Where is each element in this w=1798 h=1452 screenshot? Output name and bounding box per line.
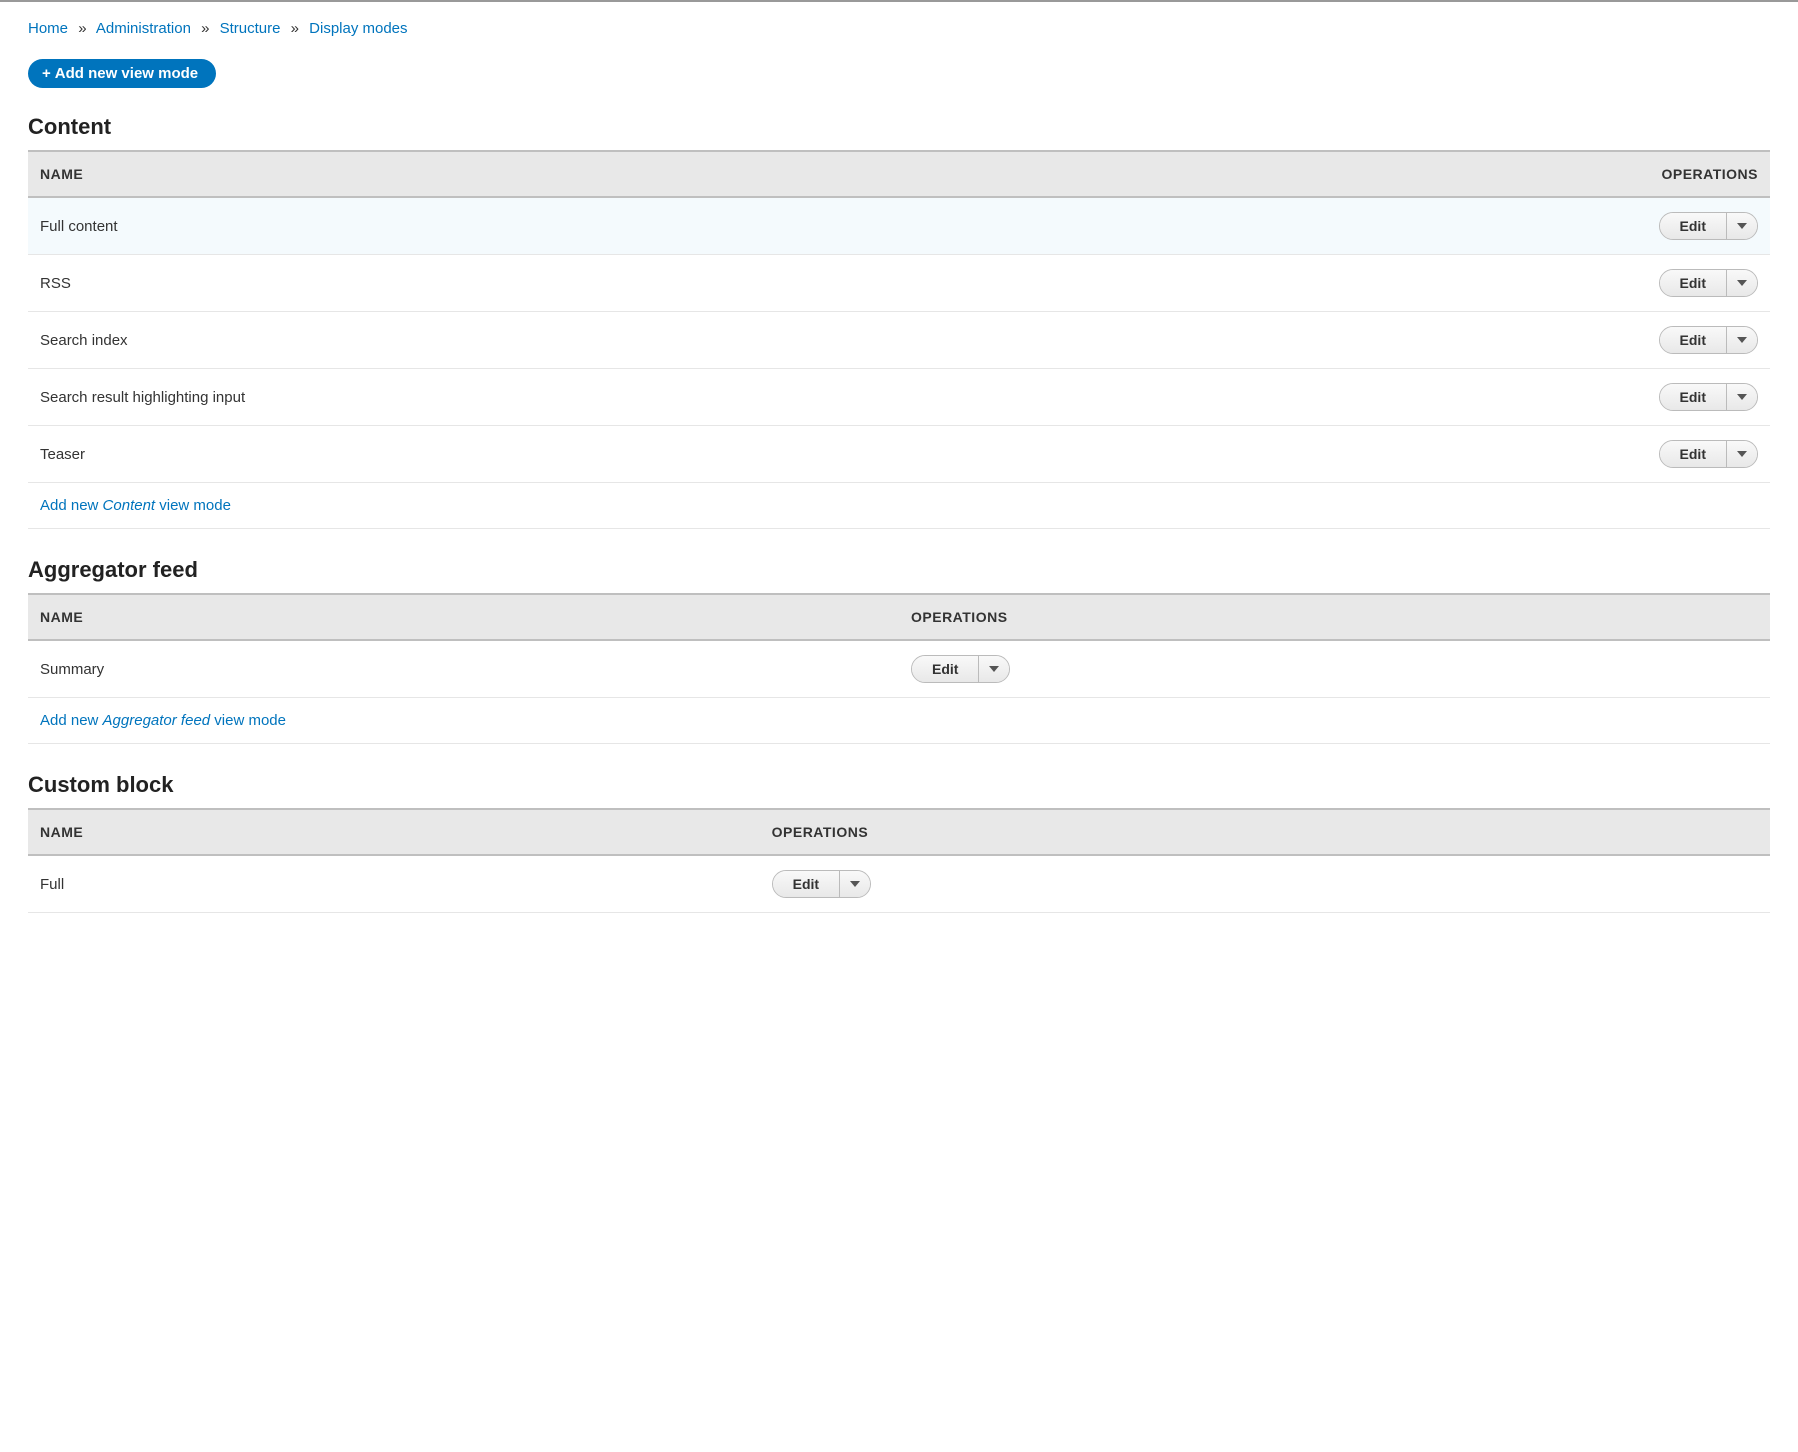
dropbutton-toggle[interactable] <box>1727 327 1757 353</box>
col-name: NAME <box>28 594 899 640</box>
add-new-view-mode-button[interactable]: + Add new view mode <box>28 59 216 88</box>
content-table: NAME OPERATIONS Full content Edit RSS <box>28 150 1770 529</box>
add-link-row: Add new Content view mode <box>28 483 1770 529</box>
chevron-down-icon <box>989 666 999 672</box>
breadcrumb-administration[interactable]: Administration <box>96 20 191 37</box>
dropbutton-toggle[interactable] <box>1727 270 1757 296</box>
table-row: Summary Edit <box>28 640 1770 698</box>
add-new-content-view-mode-link[interactable]: Add new Content view mode <box>40 497 231 514</box>
aggregator-table: NAME OPERATIONS Summary Edit <box>28 593 1770 744</box>
dropbutton-toggle[interactable] <box>1727 384 1757 410</box>
edit-button[interactable]: Edit <box>1660 327 1727 353</box>
chevron-down-icon <box>1737 394 1747 400</box>
row-name: Teaser <box>28 426 1160 483</box>
table-row: Search result highlighting input Edit <box>28 369 1770 426</box>
chevron-down-icon <box>1737 280 1747 286</box>
col-operations: OPERATIONS <box>899 594 1770 640</box>
chevron-down-icon <box>1737 451 1747 457</box>
breadcrumb-home[interactable]: Home <box>28 20 68 37</box>
col-operations: OPERATIONS <box>1160 151 1770 197</box>
row-name: Search result highlighting input <box>28 369 1160 426</box>
table-row: RSS Edit <box>28 255 1770 312</box>
edit-button[interactable]: Edit <box>1660 384 1727 410</box>
add-link-row: Add new Aggregator feed view mode <box>28 698 1770 744</box>
table-row: Full Edit <box>28 855 1770 913</box>
col-name: NAME <box>28 151 1160 197</box>
chevron-down-icon <box>850 881 860 887</box>
edit-button[interactable]: Edit <box>1660 441 1727 467</box>
breadcrumb: Home » Administration » Structure » Disp… <box>28 20 1770 37</box>
dropbutton-toggle[interactable] <box>979 656 1009 682</box>
dropbutton: Edit <box>1659 440 1758 468</box>
dropbutton-toggle[interactable] <box>840 871 870 897</box>
edit-button[interactable]: Edit <box>773 871 840 897</box>
dropbutton: Edit <box>1659 383 1758 411</box>
table-row: Full content Edit <box>28 197 1770 255</box>
dropbutton: Edit <box>1659 269 1758 297</box>
custom-block-table: NAME OPERATIONS Full Edit <box>28 808 1770 913</box>
section-title-custom-block: Custom block <box>28 772 1770 798</box>
add-new-aggregator-feed-view-mode-link[interactable]: Add new Aggregator feed view mode <box>40 712 286 729</box>
row-name: RSS <box>28 255 1160 312</box>
dropbutton: Edit <box>911 655 1010 683</box>
section-custom-block: Custom block NAME OPERATIONS Full Edit <box>28 772 1770 913</box>
dropbutton-toggle[interactable] <box>1727 213 1757 239</box>
edit-button[interactable]: Edit <box>912 656 979 682</box>
col-name: NAME <box>28 809 760 855</box>
edit-button[interactable]: Edit <box>1660 270 1727 296</box>
breadcrumb-sep: » <box>291 20 299 37</box>
section-content: Content NAME OPERATIONS Full content Edi… <box>28 114 1770 529</box>
dropbutton-toggle[interactable] <box>1727 441 1757 467</box>
row-name: Full content <box>28 197 1160 255</box>
dropbutton: Edit <box>1659 212 1758 240</box>
section-aggregator-feed: Aggregator feed NAME OPERATIONS Summary … <box>28 557 1770 744</box>
row-name: Search index <box>28 312 1160 369</box>
col-operations: OPERATIONS <box>760 809 1770 855</box>
breadcrumb-sep: » <box>78 20 86 37</box>
table-row: Search index Edit <box>28 312 1770 369</box>
section-title-aggregator: Aggregator feed <box>28 557 1770 583</box>
table-row: Teaser Edit <box>28 426 1770 483</box>
chevron-down-icon <box>1737 223 1747 229</box>
dropbutton: Edit <box>772 870 871 898</box>
row-name: Summary <box>28 640 899 698</box>
chevron-down-icon <box>1737 337 1747 343</box>
dropbutton: Edit <box>1659 326 1758 354</box>
edit-button[interactable]: Edit <box>1660 213 1727 239</box>
section-title-content: Content <box>28 114 1770 140</box>
breadcrumb-structure[interactable]: Structure <box>220 20 281 37</box>
row-name: Full <box>28 855 760 913</box>
add-button-label: Add new view mode <box>55 65 198 82</box>
breadcrumb-sep: » <box>201 20 209 37</box>
breadcrumb-display-modes[interactable]: Display modes <box>309 20 407 37</box>
plus-icon: + <box>42 65 51 82</box>
